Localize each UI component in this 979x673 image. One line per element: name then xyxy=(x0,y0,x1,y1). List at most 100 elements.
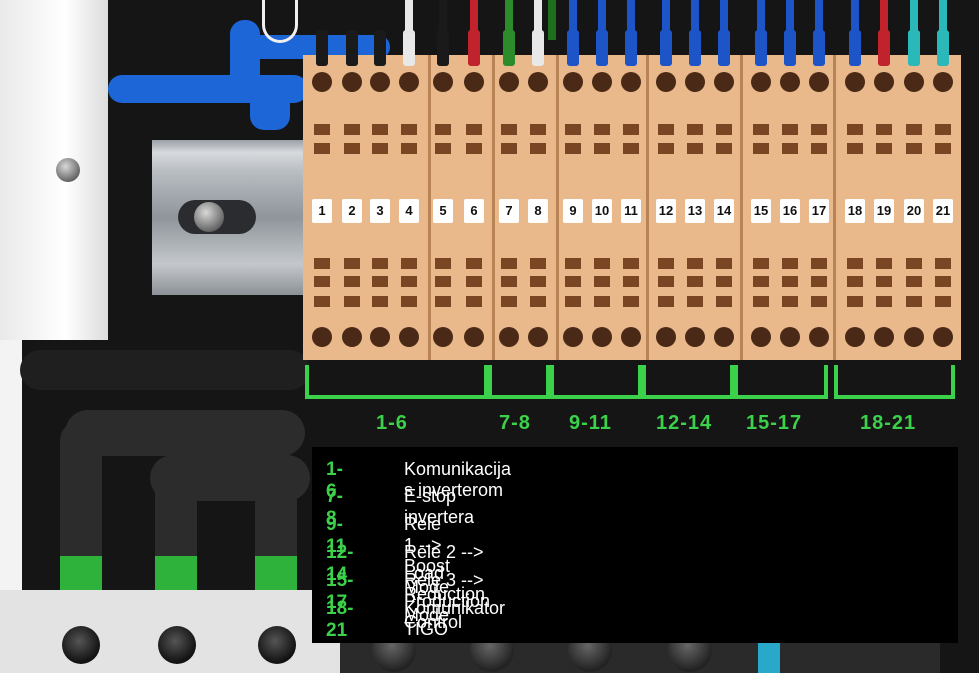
terminal-slot xyxy=(530,124,546,135)
terminal-hole xyxy=(499,327,519,347)
terminal-slot xyxy=(811,296,827,307)
terminal-slot xyxy=(530,143,546,154)
terminal-hole xyxy=(464,327,484,347)
terminal-slot xyxy=(344,143,360,154)
terminal-slot xyxy=(658,276,674,287)
terminal-slot xyxy=(935,124,951,135)
terminal-hole xyxy=(433,72,453,92)
terminal-slot xyxy=(466,296,482,307)
terminal-hole xyxy=(904,327,924,347)
terminal-hole xyxy=(370,72,390,92)
terminal-slot xyxy=(530,276,546,287)
terminal-slot xyxy=(594,143,610,154)
terminal-number-label: 21 xyxy=(933,199,953,223)
wire-ferrule xyxy=(316,30,328,66)
terminal-slot xyxy=(753,258,769,269)
terminal-slot xyxy=(623,296,639,307)
terminal-number-label: 7 xyxy=(499,199,519,223)
terminal-slot xyxy=(623,124,639,135)
terminal-hole xyxy=(312,327,332,347)
terminal-slot xyxy=(716,296,732,307)
terminal-hole xyxy=(621,327,641,347)
terminal-number-label: 16 xyxy=(780,199,800,223)
group-bracket-line xyxy=(951,365,955,399)
group-bracket-line xyxy=(824,365,828,399)
terminal-slot xyxy=(594,258,610,269)
terminal-number-label: 1 xyxy=(312,199,332,223)
terminal-slot xyxy=(687,276,703,287)
terminal-slot xyxy=(753,276,769,287)
terminal-slot xyxy=(344,258,360,269)
terminal-hole xyxy=(809,72,829,92)
group-bracket-line xyxy=(305,395,488,399)
wire-ferrule xyxy=(937,30,949,66)
terminal-hole xyxy=(780,72,800,92)
terminal-slot xyxy=(314,258,330,269)
terminal-slot xyxy=(658,258,674,269)
terminal-slot xyxy=(716,124,732,135)
terminal-number-label: 6 xyxy=(464,199,484,223)
wire-ferrule xyxy=(813,30,825,66)
legend-key: 18-21 xyxy=(326,598,354,641)
wire-ferrule xyxy=(596,30,608,66)
wire-ferrule xyxy=(625,30,637,66)
green-wire xyxy=(548,0,556,40)
terminal-hole xyxy=(312,72,332,92)
terminal-slot xyxy=(687,296,703,307)
terminal-hole xyxy=(845,327,865,347)
terminal-hole xyxy=(874,327,894,347)
terminal-separator xyxy=(833,55,836,360)
green-sleeve xyxy=(155,556,197,594)
blue-wire xyxy=(250,85,290,130)
terminal-hole xyxy=(780,327,800,347)
terminal-slot xyxy=(466,258,482,269)
terminal-slot xyxy=(876,276,892,287)
group-bracket-line xyxy=(488,365,492,399)
terminal-number-label: 2 xyxy=(342,199,362,223)
group-bracket-line xyxy=(488,395,550,399)
terminal-number-label: 20 xyxy=(904,199,924,223)
terminal-slot xyxy=(687,143,703,154)
terminal-slot xyxy=(716,258,732,269)
group-bracket-line xyxy=(642,395,734,399)
terminal-slot xyxy=(466,124,482,135)
terminal-slot xyxy=(594,276,610,287)
terminal-slot xyxy=(530,296,546,307)
terminal-slot xyxy=(753,143,769,154)
terminal-slot xyxy=(501,258,517,269)
rail-screw-icon xyxy=(194,202,224,232)
white-wire xyxy=(262,0,298,43)
group-label: 9-11 xyxy=(569,412,612,434)
terminal-hole xyxy=(933,327,953,347)
terminal-slot xyxy=(782,143,798,154)
terminal-slot xyxy=(847,143,863,154)
terminal-slot xyxy=(782,124,798,135)
terminal-slot xyxy=(435,258,451,269)
group-label: 12-14 xyxy=(656,412,713,434)
terminal-hole xyxy=(342,327,362,347)
terminal-slot xyxy=(847,258,863,269)
terminal-slot xyxy=(501,296,517,307)
terminal-hole xyxy=(592,72,612,92)
wire-ferrule xyxy=(567,30,579,66)
terminal-slot xyxy=(906,143,922,154)
terminal-slot xyxy=(623,276,639,287)
terminal-separator xyxy=(740,55,743,360)
device-screw-icon xyxy=(56,158,80,182)
terminal-hole xyxy=(592,327,612,347)
terminal-hole xyxy=(399,72,419,92)
terminal-slot xyxy=(811,143,827,154)
terminal-slot xyxy=(811,276,827,287)
terminal-separator xyxy=(556,55,559,360)
left-device xyxy=(0,0,108,340)
terminal-slot xyxy=(876,258,892,269)
terminal-slot xyxy=(847,276,863,287)
terminal-number-label: 17 xyxy=(809,199,829,223)
legend-box: 1-6 Komunikacija s inverterom 7-8 E-stop… xyxy=(312,447,958,643)
screw-icon xyxy=(258,626,296,664)
terminal-slot xyxy=(906,124,922,135)
terminal-number-label: 14 xyxy=(714,199,734,223)
terminal-slot xyxy=(935,258,951,269)
terminal-slot xyxy=(847,124,863,135)
wire-ferrule xyxy=(660,30,672,66)
